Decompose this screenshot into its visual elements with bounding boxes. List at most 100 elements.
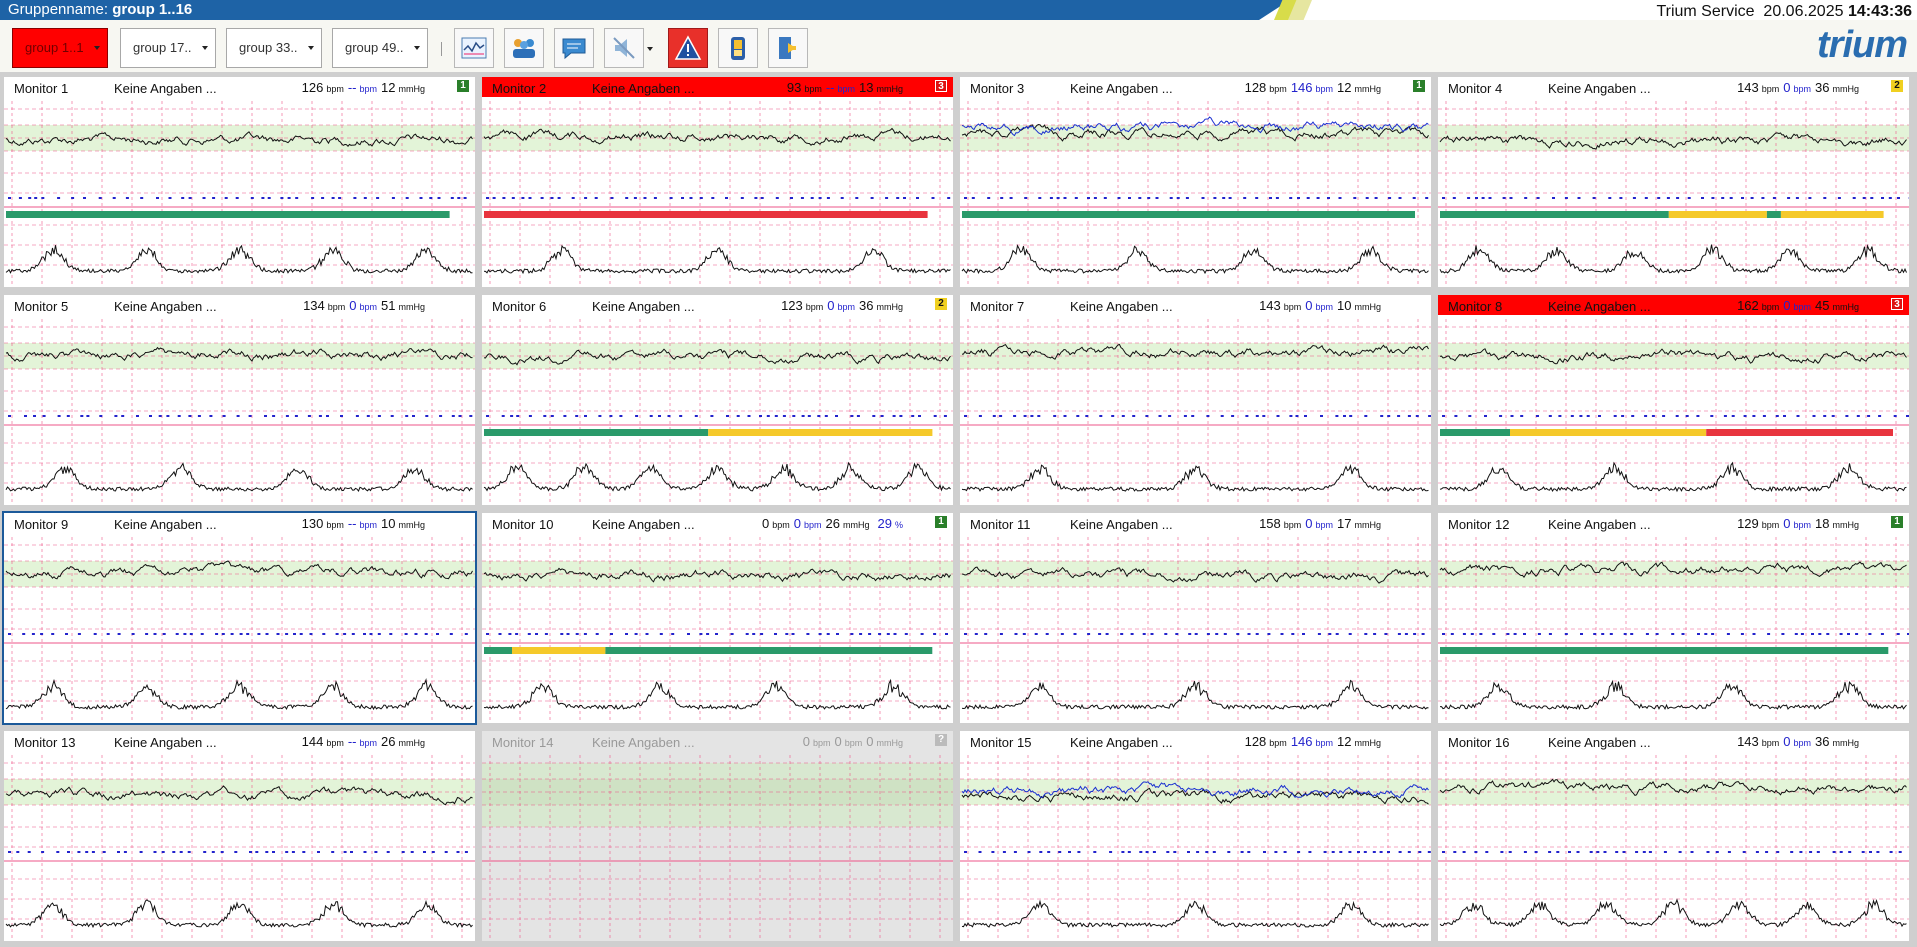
- movement-mark: [1407, 415, 1411, 417]
- monitor-tile[interactable]: Monitor 3 Keine Angaben ... 128 bpm 146 bpm 12…: [958, 75, 1433, 289]
- signal-quality-bar: [1440, 211, 1669, 218]
- ctg-overview-button[interactable]: [454, 28, 494, 68]
- monitor-tile[interactable]: Monitor 12 Keine Angaben ... 129 bpm 0 bpm 18 m…: [1436, 511, 1911, 725]
- mmhg-unit: mmHg: [1354, 520, 1382, 530]
- movement-mark: [1619, 197, 1623, 199]
- movement-mark: [785, 633, 789, 635]
- movement-mark: [1509, 197, 1513, 199]
- monitor-tile[interactable]: Monitor 7 Keine Angaben ... 143 bpm 0 bpm 10 mm…: [958, 293, 1433, 507]
- movement-mark: [1470, 633, 1474, 635]
- movement-mark: [1662, 415, 1666, 417]
- monitor-tile[interactable]: Monitor 11 Keine Angaben ... 158 bpm 0 bpm 17 m…: [958, 511, 1433, 725]
- monitor-tile[interactable]: Monitor 10 Keine Angaben ... 0 bpm 0 bpm 26 mmH…: [480, 511, 955, 725]
- movement-mark: [1878, 415, 1882, 417]
- group-select-1[interactable]: group 1..1: [12, 28, 108, 68]
- alarm-button[interactable]: [668, 28, 708, 68]
- movement-mark: [859, 633, 863, 635]
- patient-status: Keine Angaben ...: [114, 299, 217, 314]
- movement-mark: [1632, 197, 1636, 199]
- movement-mark: [667, 415, 671, 417]
- movement-mark: [1881, 197, 1884, 199]
- movement-mark: [1240, 851, 1244, 853]
- movement-mark: [498, 633, 502, 635]
- clock: 14:43:36: [1847, 3, 1912, 20]
- movement-mark: [1247, 633, 1251, 635]
- patients-button[interactable]: [504, 28, 544, 68]
- movement-mark: [1832, 851, 1836, 853]
- monitor-tile[interactable]: Monitor 4 Keine Angaben ... 143 bpm 0 bpm 36 mm…: [1436, 75, 1911, 289]
- movement-mark: [1236, 633, 1240, 635]
- monitor-name: Monitor 11: [970, 517, 1031, 532]
- movement-mark: [183, 633, 187, 635]
- movement-mark: [1570, 415, 1574, 417]
- movement-mark: [510, 415, 514, 417]
- movement-mark: [156, 197, 159, 199]
- movement-mark: [1645, 633, 1649, 635]
- movement-mark: [649, 415, 653, 417]
- movement-mark: [1283, 851, 1287, 853]
- movement-mark: [1220, 415, 1224, 417]
- fhr2-value: --: [347, 734, 357, 749]
- toco-trace: [5, 462, 473, 492]
- group-select-17[interactable]: group 17..: [120, 28, 216, 68]
- movement-mark: [1037, 415, 1041, 417]
- monitor-tile[interactable]: Monitor 13 Keine Angaben ... 144 bpm -- bpm 26…: [2, 729, 477, 943]
- movement-mark: [893, 633, 897, 635]
- movement-mark: [1818, 633, 1822, 635]
- movement-mark: [1500, 851, 1504, 853]
- battery-button[interactable]: [718, 28, 758, 68]
- movement-mark: [1613, 415, 1617, 417]
- logout-button[interactable]: [768, 28, 808, 68]
- group-select-49[interactable]: group 49..: [332, 28, 428, 68]
- group-select-33[interactable]: group 33..: [226, 28, 322, 68]
- movement-mark: [1867, 415, 1871, 417]
- movement-mark: [1474, 851, 1478, 853]
- movement-mark: [1380, 415, 1384, 417]
- ctg-trace-chart: [960, 755, 1431, 941]
- monitor-tile[interactable]: Monitor 5 Keine Angaben ... 134 bpm 0 bpm 51 mm…: [2, 293, 477, 507]
- movement-mark: [694, 415, 698, 417]
- monitor-tile[interactable]: Monitor 9 Keine Angaben ... 130 bpm -- bpm 10 m…: [2, 511, 477, 725]
- bpm-unit: bpm: [1793, 738, 1812, 748]
- movement-mark: [153, 633, 157, 635]
- signal-quality-bar: [1440, 647, 1889, 654]
- monitor-tile[interactable]: Monitor 2 Keine Angaben ... 93 bpm -- bpm 13 mm…: [480, 75, 955, 289]
- movement-mark: [1412, 197, 1416, 199]
- chevron-down-icon: [647, 47, 653, 51]
- mute-button[interactable]: [604, 28, 653, 68]
- movement-mark: [1398, 851, 1402, 853]
- signal-quality-bar: [484, 429, 709, 436]
- movement-mark: [1327, 197, 1330, 199]
- monitor-tile[interactable]: Monitor 16 Keine Angaben ... 143 bpm 0 bpm 36 m…: [1436, 729, 1911, 943]
- ctg-trace-chart: [482, 755, 953, 941]
- movement-mark: [964, 197, 967, 199]
- messages-button[interactable]: [554, 28, 594, 68]
- alarm-warning-icon: [674, 35, 702, 60]
- movement-mark: [1228, 197, 1232, 199]
- movement-mark: [1678, 851, 1682, 853]
- movement-mark: [978, 415, 982, 417]
- fhr-value: 134: [303, 298, 325, 313]
- monitor-tile[interactable]: Monitor 14 Keine Angaben ... 0 bpm 0 bpm 0 mmHg…: [480, 729, 955, 943]
- movement-mark: [1690, 851, 1694, 853]
- patient-status: Keine Angaben ...: [1548, 517, 1651, 532]
- ctg-trace-chart: [4, 101, 475, 287]
- bpm-unit: bpm: [1793, 302, 1812, 312]
- movement-mark: [200, 633, 204, 635]
- toco-value: 26: [825, 516, 841, 531]
- movement-mark: [1243, 197, 1247, 199]
- monitor-tile[interactable]: Monitor 15 Keine Angaben ... 128 bpm 146 bpm 1…: [958, 729, 1433, 943]
- vital-values: 0 bpm 0 bpm 0 mmHg: [803, 734, 907, 749]
- patient-status: Keine Angaben ...: [1548, 81, 1651, 96]
- movement-mark: [1508, 851, 1512, 853]
- movement-mark: [1255, 415, 1259, 417]
- movement-mark: [807, 415, 811, 417]
- monitor-tile[interactable]: Monitor 1 Keine Angaben ... 126 bpm -- bpm 12 m…: [2, 75, 477, 289]
- movement-mark: [425, 415, 429, 417]
- monitor-tile[interactable]: Monitor 8 Keine Angaben ... 162 bpm 0 bpm 45 mm…: [1436, 293, 1911, 507]
- movement-mark: [964, 415, 967, 417]
- toco-value: 36: [1815, 80, 1830, 95]
- movement-mark: [437, 197, 441, 199]
- monitor-tile[interactable]: Monitor 6 Keine Angaben ... 123 bpm 0 bpm 36 mm…: [480, 293, 955, 507]
- movement-mark: [1781, 633, 1785, 635]
